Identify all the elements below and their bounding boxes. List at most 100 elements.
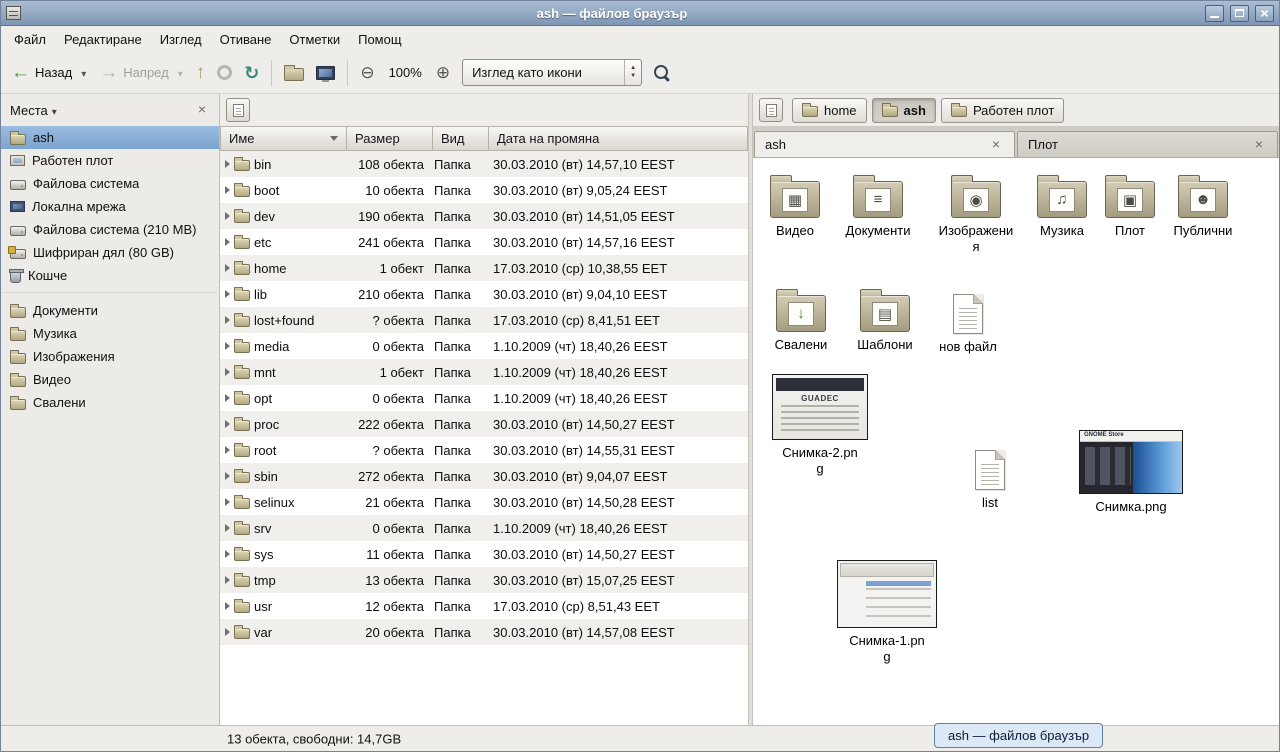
file-icon-item[interactable]: нов файл [926, 290, 1010, 355]
file-icon-item[interactable]: list [948, 446, 1032, 511]
close-button[interactable] [1255, 5, 1274, 22]
expander-icon[interactable] [225, 342, 230, 350]
column-header-type[interactable]: Вид [433, 126, 489, 151]
menu-item[interactable]: Изглед [151, 28, 211, 51]
table-row[interactable]: home 1 обект Папка 17.03.2010 (ср) 10,38… [220, 255, 748, 281]
table-row[interactable]: usr 12 обекта Папка 17.03.2010 (ср) 8,51… [220, 593, 748, 619]
minimize-button[interactable] [1205, 5, 1224, 22]
sidebar-item[interactable]: Файлова система [1, 172, 219, 195]
view-mode-select[interactable]: Изглед като икони [462, 59, 642, 86]
table-row[interactable]: dev 190 обекта Папка 30.03.2010 (вт) 14,… [220, 203, 748, 229]
file-icon-item[interactable]: Шаблони [843, 288, 927, 353]
sidebar-item[interactable]: Шифриран дял (80 GB) [1, 241, 219, 264]
sidebar-item[interactable]: Музика [1, 322, 219, 345]
expander-icon[interactable] [225, 368, 230, 376]
menu-item[interactable]: Редактиране [55, 28, 151, 51]
expander-icon[interactable] [225, 524, 230, 532]
up-button[interactable] [190, 58, 212, 87]
column-header-size[interactable]: Размер [347, 126, 433, 151]
sidebar-item[interactable]: Работен плот [1, 149, 219, 172]
file-icon-item[interactable]: Свалени [759, 288, 843, 353]
menu-item[interactable]: Файл [5, 28, 55, 51]
sidebar-item[interactable]: Видео [1, 368, 219, 391]
table-row[interactable]: media 0 обекта Папка 1.10.2009 (чт) 18,4… [220, 333, 748, 359]
table-row[interactable]: tmp 13 обекта Папка 30.03.2010 (вт) 15,0… [220, 567, 748, 593]
table-row[interactable]: sbin 272 обекта Папка 30.03.2010 (вт) 9,… [220, 463, 748, 489]
menu-item[interactable]: Отиване [211, 28, 281, 51]
table-row[interactable]: root ? обекта Папка 30.03.2010 (вт) 14,5… [220, 437, 748, 463]
path-button[interactable]: Работен плот [941, 98, 1064, 123]
zoom-out-button[interactable] [354, 59, 380, 86]
file-icon-item[interactable]: Документи [836, 174, 920, 239]
zoom-in-button[interactable] [430, 59, 456, 86]
table-row[interactable]: etc 241 обекта Папка 30.03.2010 (вт) 14,… [220, 229, 748, 255]
expander-icon[interactable] [225, 264, 230, 272]
table-row[interactable]: lib 210 обекта Папка 30.03.2010 (вт) 9,0… [220, 281, 748, 307]
tab-close-icon[interactable] [1251, 137, 1267, 153]
forward-history-dropdown[interactable] [175, 60, 186, 85]
expander-icon[interactable] [225, 472, 230, 480]
toggle-location-entry-button[interactable] [759, 98, 783, 122]
sidebar-item[interactable]: Изображения [1, 345, 219, 368]
table-row[interactable]: bin 108 обекта Папка 30.03.2010 (вт) 14,… [220, 151, 748, 177]
file-icon-item[interactable]: Публични [1161, 174, 1245, 239]
expander-icon[interactable] [225, 550, 230, 558]
sidebar-item[interactable]: Локална мрежа [1, 195, 219, 218]
computer-button[interactable] [310, 61, 341, 85]
file-icon-item[interactable]: GNOME Store Снимка.png [1079, 430, 1183, 515]
sidebar-title[interactable]: Места [10, 103, 48, 118]
table-row[interactable]: var 20 обекта Папка 30.03.2010 (вт) 14,5… [220, 619, 748, 645]
expander-icon[interactable] [225, 420, 230, 428]
path-button[interactable]: ash [872, 98, 936, 123]
home-button[interactable] [278, 59, 310, 86]
tab[interactable]: ash [754, 131, 1015, 157]
column-header-date[interactable]: Дата на промяна [489, 126, 748, 151]
toggle-location-entry-button[interactable] [226, 98, 250, 122]
back-history-dropdown[interactable] [78, 60, 89, 85]
expander-icon[interactable] [225, 238, 230, 246]
expander-icon[interactable] [225, 290, 230, 298]
file-icon-item[interactable]: Изображения [934, 174, 1018, 254]
sidebar-close-icon[interactable] [194, 102, 210, 118]
expander-icon[interactable] [225, 316, 230, 324]
file-icon-item[interactable]: Снимка-1.png [837, 560, 937, 664]
tab[interactable]: Плот [1017, 131, 1278, 157]
sidebar-item[interactable]: Документи [1, 299, 219, 322]
expander-icon[interactable] [225, 160, 230, 168]
forward-button[interactable]: Напред [93, 58, 174, 87]
tab-close-icon[interactable] [988, 137, 1004, 153]
expander-icon[interactable] [225, 186, 230, 194]
expander-icon[interactable] [225, 576, 230, 584]
file-icon-item[interactable]: Видео [753, 174, 837, 239]
reload-button[interactable] [238, 59, 265, 87]
back-button[interactable]: Назад [5, 58, 78, 87]
file-icon-item[interactable]: Плот [1088, 174, 1172, 239]
expander-icon[interactable] [225, 602, 230, 610]
table-row[interactable]: proc 222 обекта Папка 30.03.2010 (вт) 14… [220, 411, 748, 437]
sidebar-item[interactable]: Файлова система (210 MB) [1, 218, 219, 241]
menu-item[interactable]: Отметки [280, 28, 349, 51]
file-icon-item[interactable]: GUADEC Снимка-2.png [768, 374, 872, 476]
titlebar[interactable]: ash — файлов браузър [1, 1, 1279, 26]
expander-icon[interactable] [225, 212, 230, 220]
path-button[interactable]: home [792, 98, 867, 123]
sidebar-item[interactable]: ash [1, 126, 219, 149]
expander-icon[interactable] [225, 498, 230, 506]
table-row[interactable]: srv 0 обекта Папка 1.10.2009 (чт) 18,40,… [220, 515, 748, 541]
table-row[interactable]: selinux 21 обекта Папка 30.03.2010 (вт) … [220, 489, 748, 515]
table-row[interactable]: mnt 1 обект Папка 1.10.2009 (чт) 18,40,2… [220, 359, 748, 385]
menu-item[interactable]: Помощ [349, 28, 410, 51]
table-row[interactable]: sys 11 обекта Папка 30.03.2010 (вт) 14,5… [220, 541, 748, 567]
sidebar-item[interactable]: Свалени [1, 391, 219, 414]
expander-icon[interactable] [225, 628, 230, 636]
sidebar-item[interactable]: Кошче [1, 264, 219, 287]
expander-icon[interactable] [225, 394, 230, 402]
stop-button[interactable] [211, 60, 238, 85]
expander-icon[interactable] [225, 446, 230, 454]
maximize-button[interactable] [1230, 5, 1249, 22]
search-button[interactable] [648, 60, 676, 86]
column-header-name[interactable]: Име [220, 126, 347, 151]
table-row[interactable]: lost+found ? обекта Папка 17.03.2010 (ср… [220, 307, 748, 333]
table-row[interactable]: opt 0 обекта Папка 1.10.2009 (чт) 18,40,… [220, 385, 748, 411]
table-row[interactable]: boot 10 обекта Папка 30.03.2010 (вт) 9,0… [220, 177, 748, 203]
